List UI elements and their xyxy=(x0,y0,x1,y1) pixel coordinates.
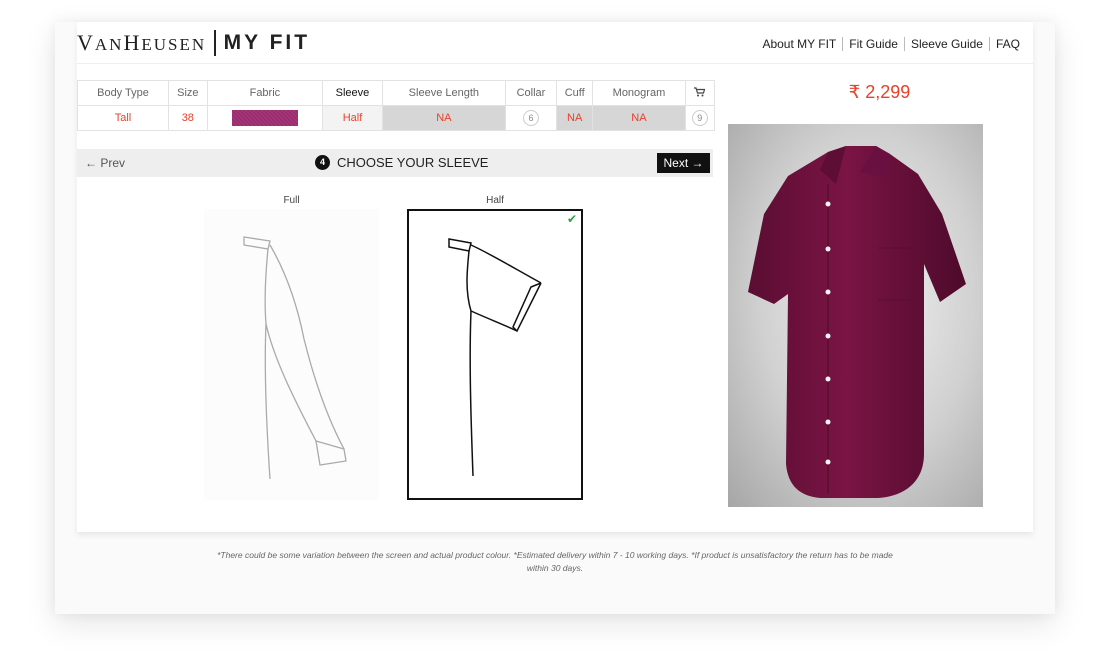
full-sleeve-illustration xyxy=(243,236,347,480)
opt-value-fabric xyxy=(206,105,324,131)
options-summary-table: Body Type Size Fabric Sleeve Sleeve Leng… xyxy=(77,80,716,131)
opt-value-cuff: NA xyxy=(556,105,594,131)
top-nav: About MY FIT Fit Guide Sleeve Guide FAQ xyxy=(756,37,1026,51)
fabric-swatch xyxy=(231,110,298,126)
opt-header-fabric[interactable]: Fabric xyxy=(206,80,324,106)
sleeve-option-image: ✔ xyxy=(407,209,583,500)
sleeve-option-label: Full xyxy=(283,195,300,206)
cart-step-badge: 9 xyxy=(691,110,708,126)
logo[interactable]: VANHEUSEN MY FIT xyxy=(77,30,310,56)
opt-header-sleeve-length: Sleeve Length xyxy=(381,80,506,106)
product-name: MY FIT xyxy=(223,31,311,54)
opt-value-monogram: NA xyxy=(592,105,686,131)
opt-header-cart[interactable] xyxy=(684,80,716,106)
arrow-right-icon: → xyxy=(691,156,704,170)
brand-name: VANHEUSEN xyxy=(77,30,207,55)
sleeve-option-full[interactable]: Full xyxy=(204,195,379,500)
opt-value-sleeve: Half xyxy=(322,105,383,131)
sleeve-option-half[interactable]: Half ✔ xyxy=(407,195,583,500)
main-card: VANHEUSEN MY FIT About MY FIT Fit Guide … xyxy=(77,22,1033,532)
opt-value-sleeve-length: NA xyxy=(381,105,506,131)
opt-value-collar: 6 xyxy=(504,105,558,131)
price: ₹ 2,299 xyxy=(848,82,911,102)
prev-button[interactable]: ← Prev xyxy=(85,156,125,170)
checkmark-icon: ✔ xyxy=(566,212,577,226)
nav-sleeve-guide[interactable]: Sleeve Guide xyxy=(903,37,989,51)
opt-value-size: 38 xyxy=(168,105,208,131)
opt-header-collar[interactable]: Collar xyxy=(504,80,558,106)
opt-header-sleeve[interactable]: Sleeve xyxy=(322,80,383,106)
nav-faq[interactable]: FAQ xyxy=(988,37,1026,51)
step-number-badge: 4 xyxy=(315,155,330,170)
nav-fit-guide[interactable]: Fit Guide xyxy=(842,37,904,51)
shirt-preview xyxy=(728,124,983,507)
shirt-preview-image xyxy=(748,146,966,498)
opt-header-size[interactable]: Size xyxy=(168,80,208,106)
opt-header-cuff: Cuff xyxy=(556,80,594,106)
footer-disclaimer: *There could be some variation between t… xyxy=(155,549,955,575)
step-title-text: CHOOSE YOUR SLEEVE xyxy=(337,155,489,170)
next-button[interactable]: Next → xyxy=(657,153,710,173)
sleeve-option-label: Half xyxy=(486,195,504,206)
footer-line: within 30 days. xyxy=(526,563,584,573)
step-bar: ← Prev 4 CHOOSE YOUR SLEEVE Next → xyxy=(77,149,713,177)
opt-value-body-type: Tall xyxy=(77,105,169,131)
collar-step-badge: 6 xyxy=(522,110,539,126)
opt-value-cart: 9 xyxy=(684,105,716,131)
step-title: 4 CHOOSE YOUR SLEEVE xyxy=(315,155,488,170)
sleeve-option-image xyxy=(204,209,379,500)
opt-header-monogram: Monogram xyxy=(592,80,686,106)
logo-divider xyxy=(214,30,216,56)
cart-icon xyxy=(694,86,706,96)
half-sleeve-illustration xyxy=(448,238,542,477)
header-divider xyxy=(77,63,1033,64)
opt-header-body-type[interactable]: Body Type xyxy=(77,80,169,106)
page-frame: VANHEUSEN MY FIT About MY FIT Fit Guide … xyxy=(55,22,1055,614)
nav-about-my-fit[interactable]: About MY FIT xyxy=(756,37,842,51)
footer-line: *There could be some variation between t… xyxy=(217,550,893,560)
